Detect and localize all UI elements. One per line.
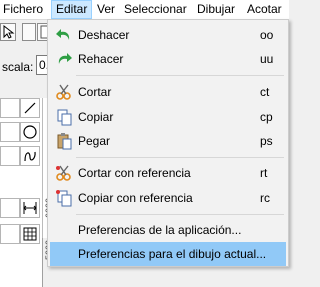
menu-item-label: Preferencias para el dibujo actual... <box>78 247 267 261</box>
copy-with-reference-icon <box>54 188 74 208</box>
paste-icon <box>54 131 74 151</box>
scissors-icon <box>54 82 74 102</box>
menu-item-cut-with-reference[interactable]: Cortar con referencia rt <box>50 161 286 185</box>
menu-ver[interactable]: Ver <box>97 0 115 19</box>
line-tool-button[interactable] <box>20 98 40 118</box>
menu-item-shortcut: oo <box>260 28 274 42</box>
menu-item-shortcut: ps <box>260 134 273 148</box>
menu-item-shortcut: rc <box>260 191 270 205</box>
circle-icon <box>23 125 37 139</box>
menu-item-shortcut: cp <box>260 110 273 124</box>
scale-label: scala: <box>2 60 34 74</box>
menu-item-label: Deshacer <box>78 28 130 42</box>
copy-icon <box>54 107 74 127</box>
menu-dibujar[interactable]: Dibujar <box>197 0 235 19</box>
menu-item-copy[interactable]: Copiar cp <box>50 105 286 129</box>
menubar: Fichero Editar Ver Seleccionar Dibujar A… <box>0 0 289 20</box>
grid-tool-button[interactable] <box>20 224 40 244</box>
menu-editar[interactable]: Editar <box>51 0 93 19</box>
menu-item-drawing-preferences[interactable]: Preferencias para el dibujo actual... <box>50 242 286 266</box>
menu-acotar[interactable]: Acotar <box>247 0 282 19</box>
tool-cell[interactable] <box>0 224 20 244</box>
menu-item-redo[interactable]: Rehacer uu <box>50 47 286 71</box>
menu-item-label: Cortar <box>78 85 112 99</box>
curve-icon <box>24 151 36 162</box>
menu-item-shortcut: rt <box>260 166 268 180</box>
pointer-icon <box>3 24 15 39</box>
drawing-tools-panel <box>0 98 43 287</box>
menu-separator <box>76 75 284 76</box>
undo-icon <box>54 25 74 45</box>
menu-item-undo[interactable]: Deshacer oo <box>50 23 286 47</box>
curve-tool-button[interactable] <box>20 146 40 166</box>
menu-item-label: Copiar con referencia <box>78 191 193 205</box>
menu-separator <box>76 214 284 215</box>
menu-fichero[interactable]: Fichero <box>3 0 43 19</box>
menu-item-application-preferences[interactable]: Preferencias de la aplicación... <box>50 218 286 242</box>
menu-item-copy-with-reference[interactable]: Copiar con referencia rc <box>50 186 286 210</box>
tool-cell[interactable] <box>0 122 20 142</box>
menu-seleccionar[interactable]: Seleccionar <box>124 0 187 19</box>
menu-separator <box>76 157 284 158</box>
menu-item-label: Preferencias de la aplicación... <box>78 223 242 237</box>
line-icon <box>24 102 36 114</box>
menu-item-label: Rehacer <box>78 52 124 66</box>
tool-cell[interactable] <box>0 198 20 218</box>
menu-item-label: Pegar <box>78 134 111 148</box>
dimension-tool-button[interactable] <box>20 198 40 218</box>
cut-with-reference-icon <box>54 163 74 183</box>
menu-item-shortcut: uu <box>260 52 274 66</box>
menu-item-label: Copiar <box>78 110 114 124</box>
edit-menu-dropdown: Deshacer oo Rehacer uu Cortar ct Copiar … <box>47 19 289 267</box>
grid-icon <box>23 227 37 241</box>
circle-tool-button[interactable] <box>20 122 40 142</box>
redo-icon <box>54 49 74 69</box>
dimension-icon <box>23 202 37 214</box>
menu-item-cut[interactable]: Cortar ct <box>50 80 286 104</box>
tool-cell[interactable] <box>0 146 20 166</box>
menu-item-label: Cortar con referencia <box>78 166 191 180</box>
menu-item-shortcut: ct <box>260 85 270 99</box>
toolbar-button[interactable] <box>22 23 36 41</box>
tool-cell[interactable] <box>0 98 20 118</box>
menu-item-paste[interactable]: Pegar ps <box>50 129 286 153</box>
pointer-tool-button[interactable] <box>0 23 16 41</box>
